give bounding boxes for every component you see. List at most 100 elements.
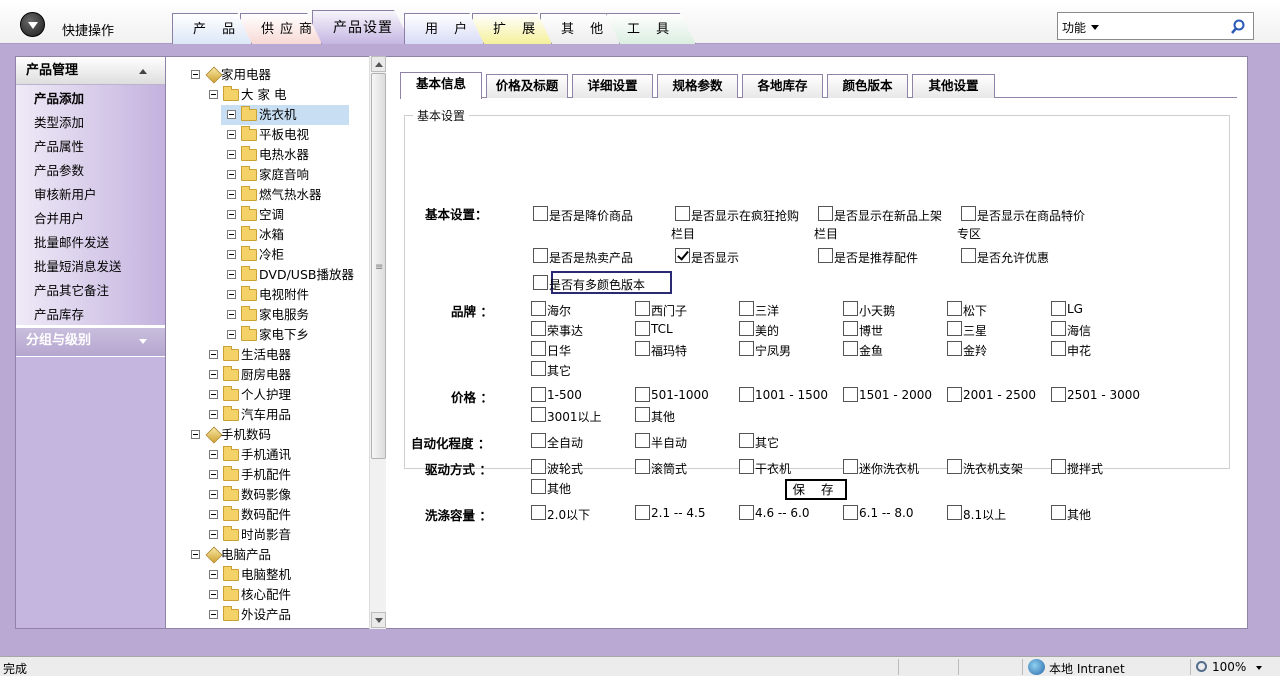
tree-toggle-icon[interactable] bbox=[209, 410, 218, 419]
checkbox[interactable] bbox=[635, 387, 650, 402]
tree-node[interactable]: 空调 bbox=[221, 205, 385, 225]
zoom-icon[interactable] bbox=[1196, 661, 1207, 672]
content-tab[interactable]: 其他设置 bbox=[912, 74, 995, 98]
checkbox[interactable] bbox=[1051, 321, 1066, 336]
checkbox[interactable] bbox=[1051, 341, 1066, 356]
tree-toggle-icon[interactable] bbox=[209, 350, 218, 359]
checkbox[interactable] bbox=[531, 341, 546, 356]
tree-toggle-icon[interactable] bbox=[209, 450, 218, 459]
tree-toggle-icon[interactable] bbox=[227, 110, 236, 119]
tree-node[interactable]: 冰箱 bbox=[221, 225, 385, 245]
checkbox[interactable] bbox=[843, 301, 858, 316]
checkbox[interactable] bbox=[947, 321, 962, 336]
checkbox[interactable] bbox=[675, 248, 690, 263]
tree-toggle-icon[interactable] bbox=[209, 590, 218, 599]
tree-node[interactable]: 电脑产品 bbox=[185, 545, 375, 565]
checkbox[interactable] bbox=[739, 301, 754, 316]
checkbox[interactable] bbox=[635, 505, 650, 520]
tree-toggle-icon[interactable] bbox=[227, 190, 236, 199]
scroll-down-button[interactable] bbox=[371, 612, 386, 628]
tree-node[interactable]: 家电服务 bbox=[221, 305, 385, 325]
checkbox[interactable] bbox=[635, 301, 650, 316]
tree-toggle-icon[interactable] bbox=[209, 530, 218, 539]
checkbox[interactable] bbox=[1051, 301, 1066, 316]
sidebar-section-header[interactable]: 产品管理 bbox=[16, 57, 165, 85]
checkbox[interactable] bbox=[818, 206, 833, 221]
tree-toggle-icon[interactable] bbox=[227, 130, 236, 139]
checkbox[interactable] bbox=[635, 407, 650, 422]
checkbox[interactable] bbox=[1051, 387, 1066, 402]
search-input[interactable] bbox=[1116, 16, 1226, 36]
nav-tab-2[interactable]: 产品设置 bbox=[312, 10, 412, 44]
tree-toggle-icon[interactable] bbox=[209, 570, 218, 579]
tree-toggle-icon[interactable] bbox=[191, 70, 200, 79]
tree-toggle-icon[interactable] bbox=[191, 550, 200, 559]
tree-node[interactable]: 电脑整机 bbox=[203, 565, 385, 585]
checkbox[interactable] bbox=[843, 321, 858, 336]
checkbox[interactable] bbox=[635, 433, 650, 448]
tree-toggle-icon[interactable] bbox=[227, 310, 236, 319]
tree-node[interactable]: 核心配件 bbox=[203, 585, 385, 605]
tree-node[interactable]: 生活电器 bbox=[203, 345, 385, 365]
tree-node[interactable]: 数码配件 bbox=[203, 505, 385, 525]
tree-toggle-icon[interactable] bbox=[209, 470, 218, 479]
tree-node[interactable]: 平板电视 bbox=[221, 125, 385, 145]
content-tab[interactable]: 规格参数 bbox=[657, 74, 738, 98]
checkbox[interactable] bbox=[961, 206, 976, 221]
tree-toggle-icon[interactable] bbox=[209, 490, 218, 499]
tree-toggle-icon[interactable] bbox=[227, 330, 236, 339]
content-tab[interactable]: 详细设置 bbox=[572, 74, 653, 98]
tree-node[interactable]: 燃气热水器 bbox=[221, 185, 385, 205]
tree-toggle-icon[interactable] bbox=[227, 250, 236, 259]
checkbox[interactable] bbox=[739, 341, 754, 356]
tree-toggle-icon[interactable] bbox=[227, 290, 236, 299]
tree-node[interactable]: 数码影像 bbox=[203, 485, 385, 505]
checkbox[interactable] bbox=[531, 407, 546, 422]
sidebar-item[interactable]: 合并用户 bbox=[16, 207, 165, 231]
tree-node[interactable]: 时尚影音 bbox=[203, 525, 385, 545]
checkbox[interactable] bbox=[635, 341, 650, 356]
content-tab[interactable]: 颜色版本 bbox=[827, 74, 908, 98]
tree-toggle-icon[interactable] bbox=[227, 150, 236, 159]
sidebar-group-header[interactable]: 分组与级别 bbox=[16, 328, 165, 356]
checkbox[interactable] bbox=[843, 505, 858, 520]
tree-node[interactable]: 厨房电器 bbox=[203, 365, 385, 385]
save-button[interactable]: 保 存 bbox=[785, 479, 847, 500]
quick-action-icon[interactable] bbox=[20, 12, 45, 37]
tree-scrollbar[interactable] bbox=[369, 56, 386, 629]
checkbox[interactable] bbox=[533, 206, 548, 221]
search-category-select[interactable]: 功能 bbox=[1062, 19, 1099, 36]
checkbox[interactable] bbox=[947, 505, 962, 520]
tree-node[interactable]: 外设产品 bbox=[203, 605, 385, 625]
checkbox[interactable] bbox=[739, 459, 754, 474]
scroll-thumb[interactable] bbox=[371, 73, 386, 459]
checkbox[interactable] bbox=[843, 459, 858, 474]
sidebar-item[interactable]: 产品参数 bbox=[16, 159, 165, 183]
tree-node[interactable]: 家电下乡 bbox=[221, 325, 385, 345]
tree-node[interactable]: 冷柜 bbox=[221, 245, 385, 265]
tree-node[interactable]: 汽车用品 bbox=[203, 405, 385, 425]
tree-toggle-icon[interactable] bbox=[227, 230, 236, 239]
checkbox[interactable] bbox=[947, 459, 962, 474]
tree-node[interactable]: 电视附件 bbox=[221, 285, 385, 305]
tree-toggle-icon[interactable] bbox=[209, 370, 218, 379]
checkbox[interactable] bbox=[531, 433, 546, 448]
checkbox[interactable] bbox=[739, 433, 754, 448]
checkbox[interactable] bbox=[961, 248, 976, 263]
checkbox[interactable] bbox=[947, 301, 962, 316]
checkbox[interactable] bbox=[1051, 505, 1066, 520]
tree-node[interactable]: 个人护理 bbox=[203, 385, 385, 405]
checkbox[interactable] bbox=[739, 321, 754, 336]
tree-toggle-icon[interactable] bbox=[209, 90, 218, 99]
checkbox[interactable] bbox=[843, 387, 858, 402]
tree-toggle-icon[interactable] bbox=[209, 390, 218, 399]
content-tab[interactable]: 各地库存 bbox=[742, 74, 823, 98]
tree-node[interactable]: 家庭音响 bbox=[221, 165, 385, 185]
checkbox[interactable] bbox=[635, 321, 650, 336]
tree-toggle-icon[interactable] bbox=[227, 270, 236, 279]
zoom-level[interactable]: 100% bbox=[1212, 660, 1246, 674]
tree-toggle-icon[interactable] bbox=[191, 430, 200, 439]
tree-node[interactable]: 大 家 电 bbox=[203, 85, 385, 105]
checkbox[interactable] bbox=[1051, 459, 1066, 474]
checkbox[interactable] bbox=[531, 479, 546, 494]
